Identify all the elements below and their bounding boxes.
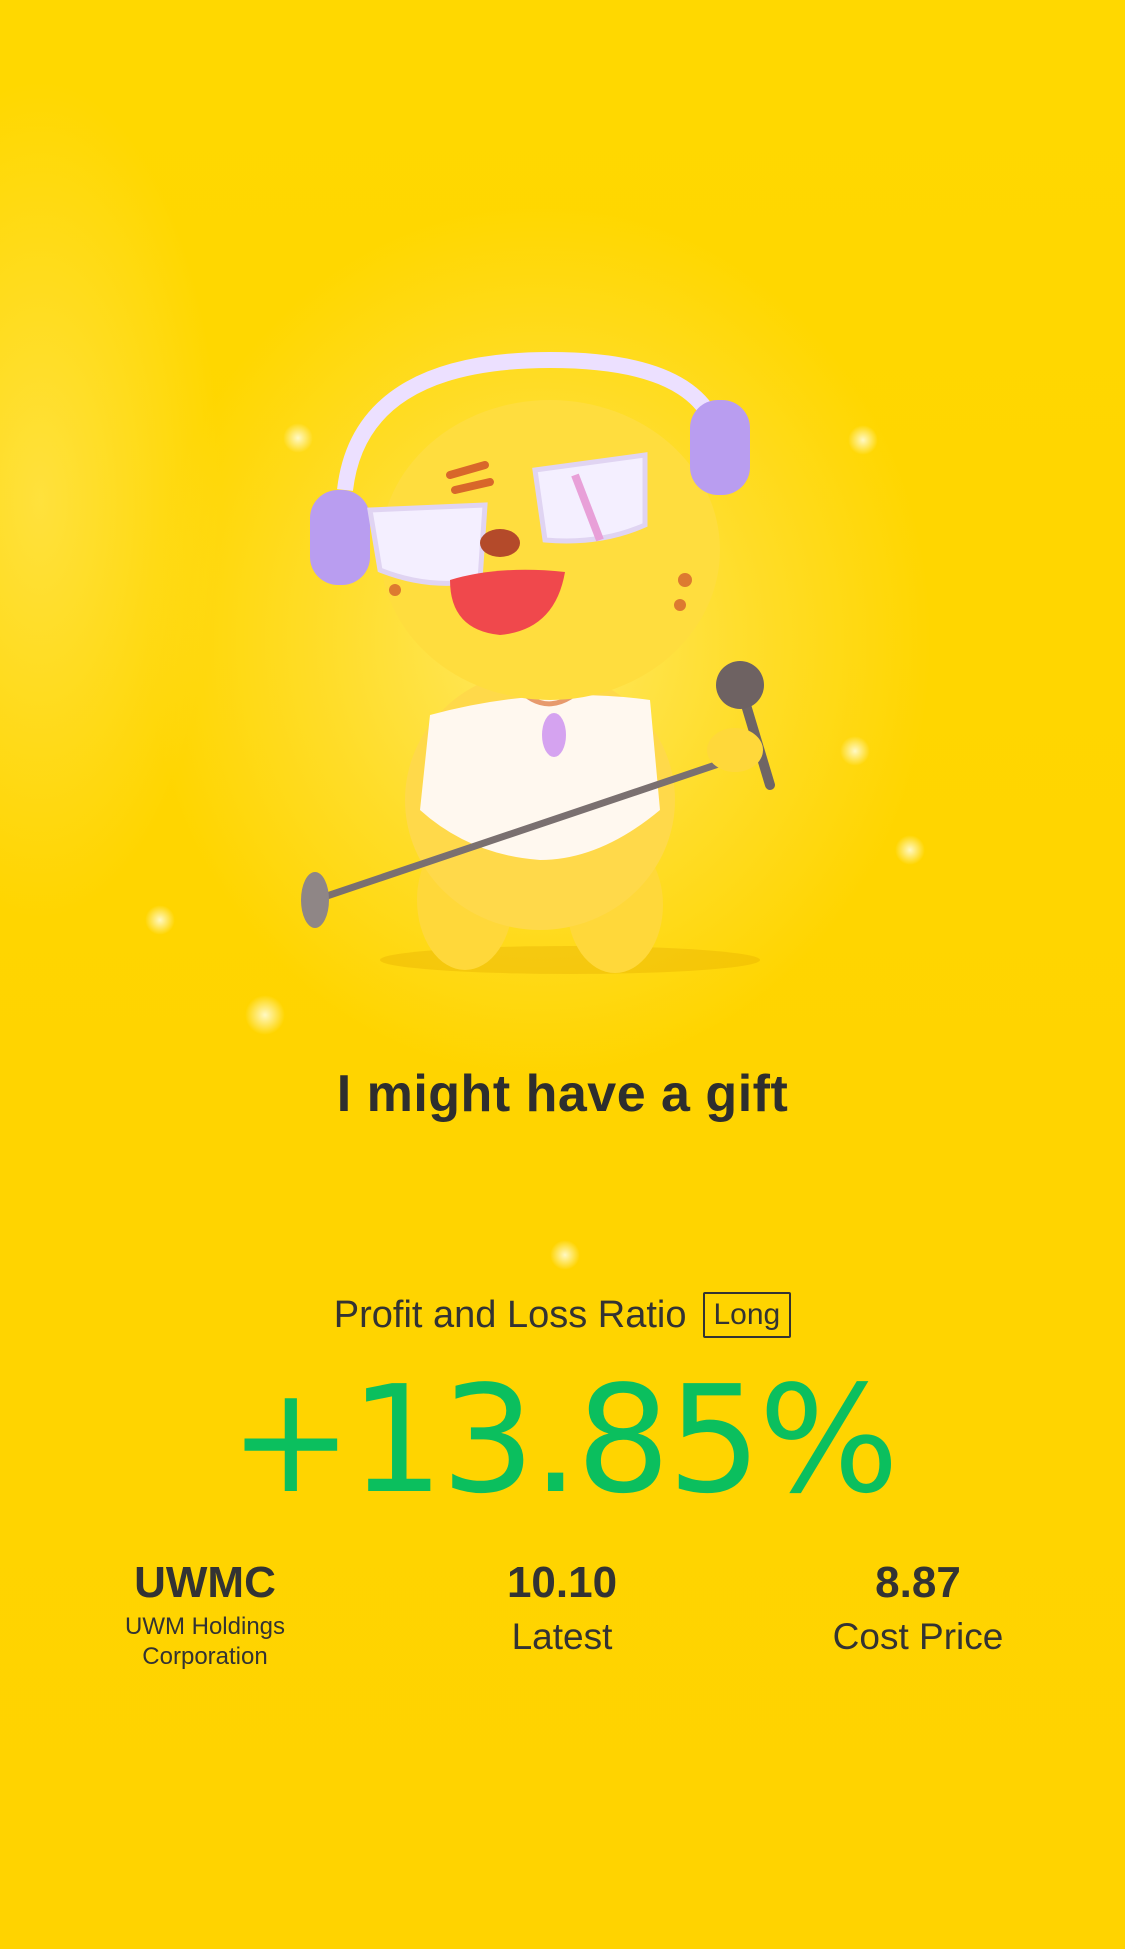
sparkle-decoration [550,1240,580,1270]
sparkle-decoration [840,736,870,766]
headline: I might have a gift [336,1065,789,1123]
stock-info: UWMC UWM Holdings Corporation [55,1556,355,1672]
sparkle-decoration [895,835,925,865]
sparkle-decoration [245,995,285,1035]
profit-loss-percentage: +13.85% [228,1354,899,1526]
profit-loss-ratio-label: Profit and Loss Ratio [333,1293,687,1336]
share-card-screen: I might have a gift Profit and Loss Rati… [0,0,1125,1949]
profit-loss-ratio-row: Profit and Loss Ratio Long [0,1292,1125,1338]
latest-price: 10.10 Latest [412,1556,712,1662]
tiger-mascot-icon [301,351,775,974]
stock-ticker: UWMC [134,1558,276,1607]
stock-stats: UWMC UWM Holdings Corporation 10.10 Late… [0,1556,1125,1696]
cost-price-label: Cost Price [832,1616,1004,1657]
latest-price-label: Latest [511,1616,613,1657]
position-direction-badge: Long [702,1292,792,1338]
cost-price: 8.87 Cost Price [768,1556,1068,1662]
sparkle-decoration [848,425,878,455]
latest-price-value: 10.10 [506,1558,618,1607]
cost-price-value: 8.87 [875,1558,961,1607]
stock-company-name: UWM Holdings Corporation [124,1613,286,1670]
sparkle-decoration [145,905,175,935]
